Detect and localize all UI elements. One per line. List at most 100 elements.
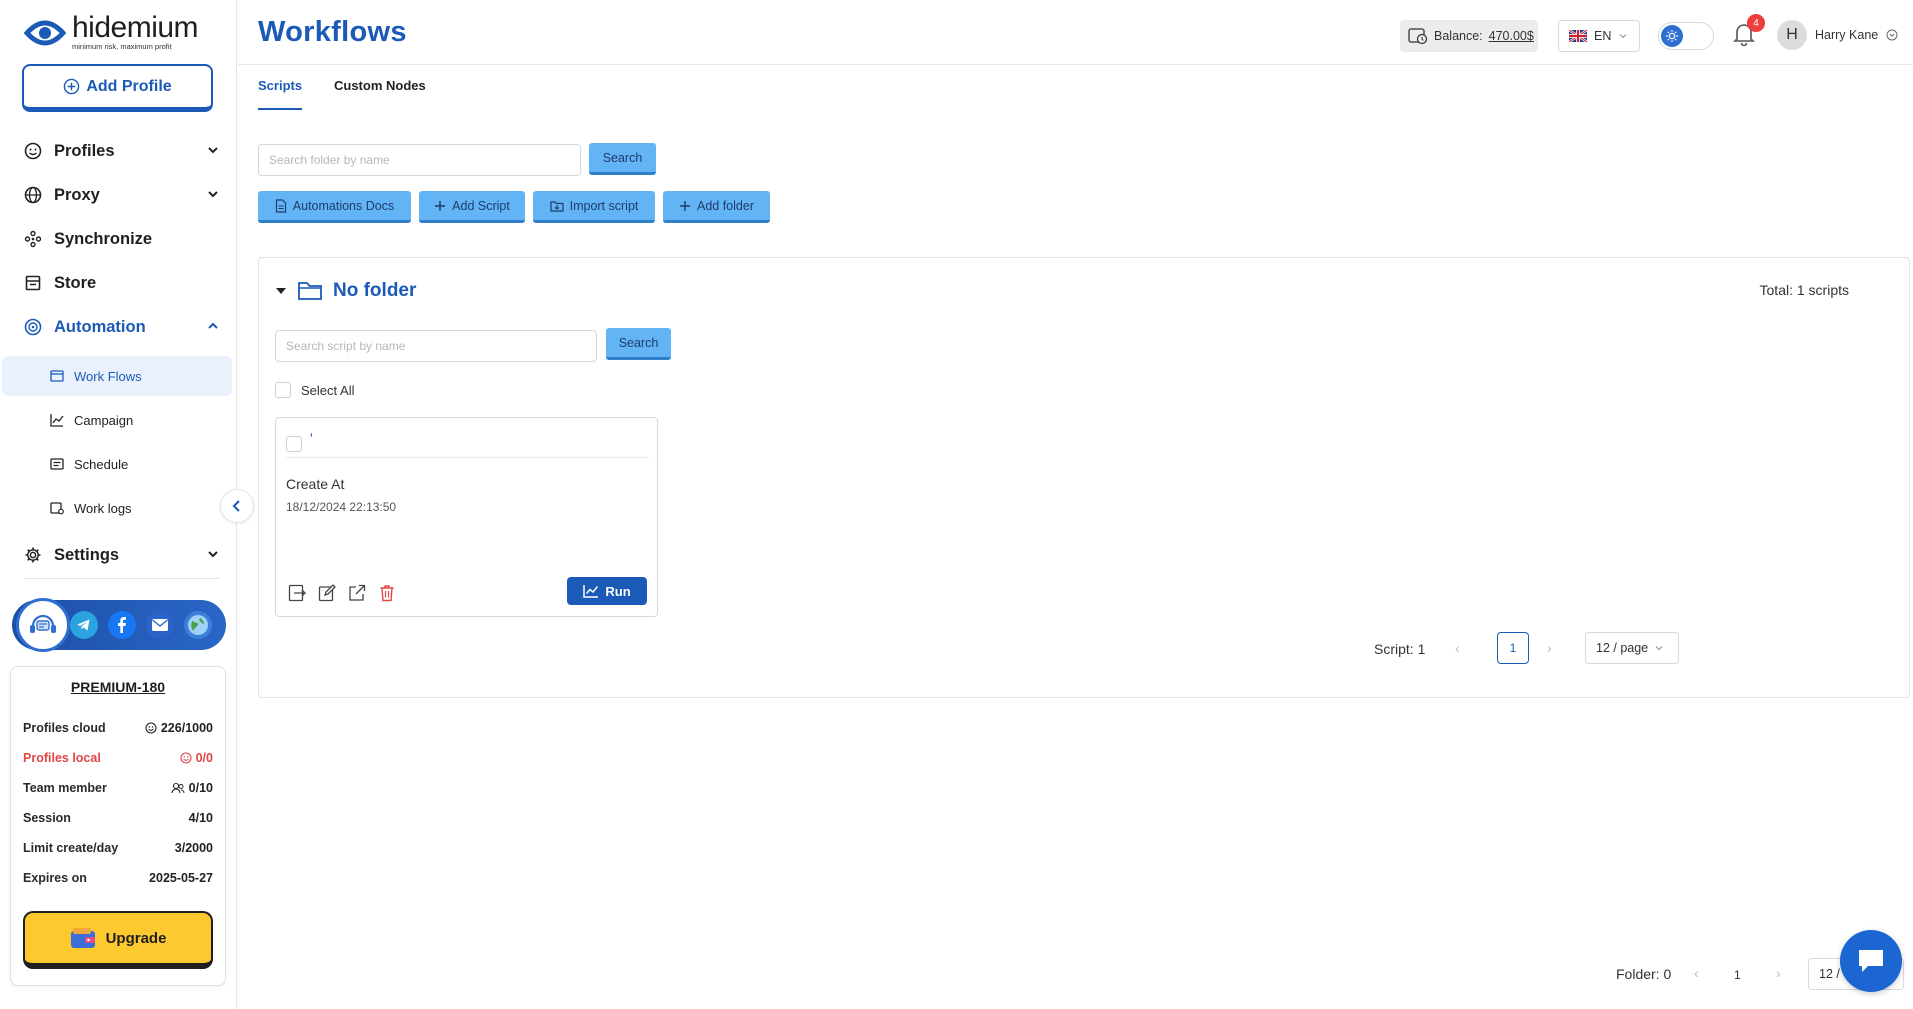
language-value: EN — [1594, 29, 1612, 43]
log-file-icon — [50, 502, 64, 515]
sidebar-item-automation[interactable]: Automation — [24, 312, 220, 342]
website-globe-icon[interactable] — [184, 611, 212, 639]
page-title: Workflows — [258, 16, 407, 48]
import-folder-icon — [550, 200, 564, 212]
script-search-input[interactable] — [275, 330, 597, 362]
select-all[interactable]: Select All — [275, 382, 354, 398]
plan-row-limit-create: Limit create/day 3/2000 — [23, 841, 213, 855]
folder-name: No folder — [333, 280, 417, 301]
next-page-icon[interactable]: › — [1776, 965, 1781, 981]
upgrade-button[interactable]: Upgrade — [23, 911, 213, 969]
automations-docs-button[interactable]: Automations Docs — [258, 191, 411, 223]
folder-search-button[interactable]: Search — [589, 143, 656, 175]
sidebar-subitem-campaign[interactable]: Campaign — [2, 400, 232, 440]
tab-custom-nodes[interactable]: Custom Nodes — [334, 78, 426, 93]
language-select[interactable]: EN — [1558, 20, 1640, 52]
notifications-button[interactable]: 4 — [1733, 14, 1765, 50]
add-script-label: Add Script — [452, 198, 510, 213]
select-all-checkbox[interactable] — [275, 382, 291, 398]
export-icon[interactable] — [288, 584, 306, 602]
plan-row-profiles-cloud: Profiles cloud 226/1000 — [23, 721, 213, 735]
uk-flag-icon — [1569, 30, 1587, 42]
plan-row-value: 0/0 — [195, 751, 213, 765]
sidebar-subitem-work-flows[interactable]: Work Flows — [2, 356, 232, 396]
chevron-down-icon — [1619, 34, 1627, 39]
plan-card: PREMIUM-180 Profiles cloud 226/1000 Prof… — [10, 666, 226, 986]
wallet-icon — [70, 928, 95, 948]
target-icon — [24, 318, 42, 336]
sidebar-item-proxy[interactable]: Proxy — [24, 180, 220, 210]
sidebar-subitem-label: Campaign — [74, 412, 134, 428]
support-agent-icon[interactable] — [16, 598, 70, 652]
plan-row-label: Session — [23, 811, 71, 825]
sidebar-item-label: Settings — [54, 545, 120, 564]
plan-row-label: Profiles local — [23, 751, 101, 765]
run-button[interactable]: Run — [567, 577, 647, 605]
sidebar-item-settings[interactable]: Settings — [24, 540, 220, 570]
prev-page-icon[interactable]: ‹ — [1694, 965, 1699, 981]
plan-row-label: Profiles cloud — [23, 721, 106, 735]
balance-display[interactable]: Balance: 470.00$ — [1400, 20, 1538, 52]
hidemium-eye-icon — [24, 20, 66, 45]
folder-header[interactable]: No folder — [275, 280, 416, 302]
add-profile-label: Add Profile — [86, 77, 172, 95]
sidebar-item-profiles[interactable]: Profiles — [24, 136, 220, 166]
script-name[interactable]: ' — [310, 430, 313, 446]
sidebar-item-label: Store — [54, 273, 97, 292]
sidebar-subitem-work-logs[interactable]: Work logs — [2, 488, 232, 528]
sidebar-subitem-schedule[interactable]: Schedule — [2, 444, 232, 484]
social-links-bar — [12, 598, 226, 652]
script-card: ' Create At 18/12/2024 22:13:50 Run — [275, 417, 658, 617]
notification-badge: 4 — [1747, 14, 1765, 32]
plus-icon — [435, 200, 446, 211]
script-checkbox[interactable] — [286, 436, 302, 452]
plan-row-value: 3/2000 — [174, 841, 213, 855]
page-size-select[interactable]: 12 / page — [1585, 632, 1679, 664]
plan-row-label: Limit create/day — [23, 841, 119, 855]
chat-support-button[interactable] — [1840, 930, 1902, 992]
tab-scripts[interactable]: Scripts — [258, 78, 302, 93]
facebook-icon[interactable] — [108, 611, 136, 639]
page-number-1[interactable]: 1 — [1497, 632, 1529, 664]
trash-icon[interactable] — [378, 584, 396, 602]
user-name: Harry Kane — [1815, 28, 1879, 42]
select-all-label: Select All — [301, 382, 355, 398]
caret-down-icon — [276, 288, 286, 294]
add-profile-button[interactable]: Add Profile — [22, 64, 213, 112]
email-icon[interactable] — [146, 611, 174, 639]
collapse-sidebar-button[interactable] — [220, 489, 254, 523]
plus-circle-icon — [64, 78, 80, 95]
created-value: 18/12/2024 22:13:50 — [286, 500, 397, 514]
sidebar-subitem-label: Schedule — [74, 456, 129, 472]
sidebar-item-label: Automation — [54, 317, 146, 336]
theme-toggle[interactable] — [1658, 22, 1714, 50]
script-search-button[interactable]: Search — [606, 328, 671, 360]
telegram-icon[interactable] — [70, 611, 98, 639]
chevron-down-icon — [208, 551, 218, 558]
sidebar-item-store[interactable]: Store — [24, 268, 220, 298]
plan-row-value: 4/10 — [188, 811, 213, 825]
face-icon — [24, 142, 42, 160]
face-icon — [180, 752, 192, 764]
next-page-icon[interactable]: › — [1547, 640, 1552, 656]
folder-search-input[interactable] — [258, 144, 581, 176]
plan-row-label: Team member — [23, 781, 107, 795]
open-external-icon[interactable] — [348, 584, 366, 602]
sidebar-item-label: Synchronize — [54, 229, 153, 248]
brand-logo[interactable]: hidemium minimum risk, maximum profit — [24, 13, 199, 51]
sidebar-item-synchronize[interactable]: Synchronize — [24, 224, 220, 254]
sidebar-subitem-label: Work Flows — [74, 368, 142, 384]
user-menu[interactable]: H Harry Kane — [1777, 20, 1898, 50]
import-script-button[interactable]: Import script — [533, 191, 655, 223]
script-card-divider — [286, 457, 649, 458]
plan-row-value: 226/1000 — [160, 721, 213, 735]
prev-page-icon[interactable]: ‹ — [1455, 640, 1460, 656]
add-script-button[interactable]: Add Script — [419, 191, 525, 223]
add-folder-button[interactable]: Add folder — [663, 191, 770, 223]
folder-total: Total: 1 scripts — [1759, 282, 1849, 298]
plan-title[interactable]: PREMIUM-180 — [11, 679, 225, 695]
schedule-list-icon — [50, 458, 64, 470]
line-chart-icon — [50, 414, 64, 427]
folder-page-number[interactable]: 1 — [1734, 968, 1741, 982]
edit-icon[interactable] — [318, 584, 336, 602]
